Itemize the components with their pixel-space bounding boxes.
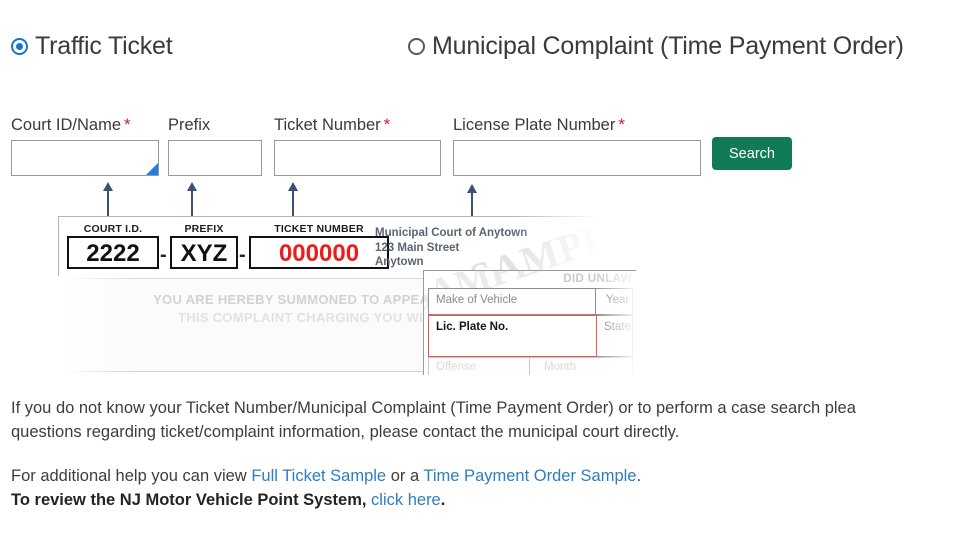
point-system-line: To review the NJ Motor Vehicle Point Sys… (11, 488, 445, 512)
additional-help-middle: or a (386, 467, 424, 485)
field-group-ticket-number: Ticket Number * (274, 116, 441, 176)
ticket-sample-ticket-number-value: 000000 (249, 236, 389, 269)
search-button[interactable]: Search (712, 137, 792, 170)
ticket-number-input[interactable] (274, 139, 441, 176)
pointer-arrow-ticket-number-icon (288, 182, 298, 218)
instructions-paragraph: If you do not know your Ticket Number/Mu… (11, 396, 856, 444)
required-asterisk-prefix (210, 115, 213, 134)
search-form: Court ID/Name * Prefix Ticket Number * Lic… (0, 116, 954, 178)
license-plate-zoom-panel: SAMPLE DID UNLAW Make of Vehicle Year Li… (423, 270, 636, 375)
radio-option-traffic-ticket[interactable]: Traffic Ticket (11, 34, 173, 59)
point-system-click-here-link[interactable]: click here (371, 491, 441, 509)
pointer-arrow-court-id-icon (103, 182, 113, 218)
label-court-id: Court ID/Name * (11, 115, 131, 134)
ticket-sample-header-row: COURT I.D. 2222 - PREFIX XYZ - TICKET NU… (58, 216, 604, 301)
required-asterisk-court-id: * (124, 115, 131, 134)
field-group-license-plate: License Plate Number * (453, 116, 701, 176)
instructions-line-1: If you do not know your Ticket Number/Mu… (11, 399, 856, 417)
point-system-suffix: . (440, 491, 446, 509)
input-wrap-license-plate (453, 139, 701, 176)
ticket-search-page: Traffic Ticket Municipal Complaint (Time… (0, 0, 954, 540)
address-line-1: Municipal Court of Anytown (375, 227, 528, 239)
ticket-sample-dash-2: - (239, 244, 246, 266)
label-prefix: Prefix (168, 116, 262, 134)
ticket-sample-ticket-number-caption: TICKET NUMBER (274, 223, 364, 235)
overlay-header-text: DID UNLAW (563, 273, 632, 285)
field-group-court-id: Court ID/Name * (11, 116, 159, 176)
overlay-label-offense: Offense (436, 361, 477, 373)
input-wrap-ticket-number (274, 139, 441, 176)
full-ticket-sample-link[interactable]: Full Ticket Sample (251, 467, 386, 485)
required-asterisk-license-plate: * (618, 115, 625, 134)
point-system-prefix: To review the NJ Motor Vehicle Point Sys… (11, 491, 372, 509)
ticket-sample-dash-1: - (160, 244, 167, 266)
label-ticket-number: Ticket Number * (274, 115, 391, 134)
overlay-label-year: Year (606, 294, 630, 306)
required-asterisk-ticket-number: * (383, 115, 391, 134)
search-type-radio-group: Traffic Ticket Municipal Complaint (Time… (0, 34, 954, 80)
input-wrap-court-id (11, 139, 159, 176)
ticket-sample-court-id-value: 2222 (67, 236, 159, 269)
additional-help-line: For additional help you can view Full Ti… (11, 464, 641, 488)
radio-indicator-traffic-ticket[interactable] (11, 38, 28, 55)
overlay-label-month: Month (544, 361, 576, 373)
radio-label-municipal-complaint: Municipal Complaint (Time Payment Order) (432, 32, 904, 60)
field-group-prefix: Prefix (168, 116, 262, 176)
ticket-sample-prefix-value: XYZ (170, 236, 238, 269)
instructions-line-2: questions regarding ticket/complaint inf… (11, 423, 680, 441)
additional-help-prefix: For additional help you can view (11, 467, 252, 485)
ticket-sample-court-id-group: COURT I.D. 2222 (67, 223, 159, 269)
overlay-label-make-of-vehicle: Make of Vehicle (436, 294, 518, 306)
input-wrap-prefix (168, 139, 262, 176)
prefix-input[interactable] (168, 139, 262, 176)
ticket-sample-court-id-caption: COURT I.D. (83, 223, 143, 235)
label-license-plate: License Plate Number * (453, 115, 625, 134)
license-plate-input[interactable] (453, 139, 701, 176)
ticket-sample-prefix-caption: PREFIX (184, 223, 224, 235)
additional-help-suffix: . (636, 467, 642, 485)
radio-option-municipal-complaint[interactable]: Municipal Complaint (Time Payment Order) (408, 34, 904, 59)
ticket-sample-ticket-number-group: TICKET NUMBER 000000 (249, 223, 389, 269)
radio-label-traffic-ticket: Traffic Ticket (35, 32, 173, 60)
pointer-arrow-prefix-icon (187, 182, 197, 218)
overlay-label-lic-plate-no: Lic. Plate No. (436, 321, 509, 333)
time-payment-order-sample-link[interactable]: Time Payment Order Sample (423, 467, 636, 485)
overlay-divider-2 (529, 358, 530, 375)
ticket-sample-prefix-group: PREFIX XYZ (170, 223, 238, 269)
radio-indicator-municipal-complaint[interactable] (408, 38, 425, 55)
overlay-label-state: State (604, 321, 631, 333)
overlay-divider-1 (595, 289, 596, 314)
court-id-input[interactable] (11, 139, 159, 176)
